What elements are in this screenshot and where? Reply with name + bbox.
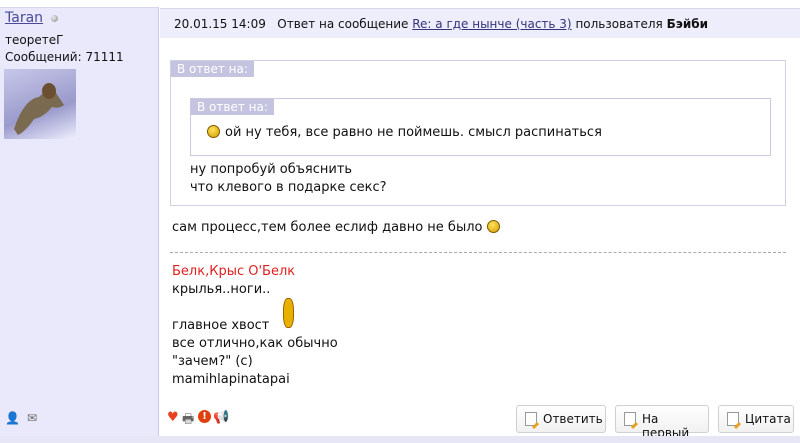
- topic-link[interactable]: Re: а где нынче (часть 3): [412, 17, 571, 31]
- signature-line: все отлично,как обычно: [172, 336, 338, 351]
- reply-first-icon: [624, 412, 636, 426]
- username-link[interactable]: Taran: [5, 10, 43, 26]
- post-datetime: 20.01.15 14:09: [174, 17, 266, 31]
- user-add-icon[interactable]: 👤: [5, 411, 20, 425]
- inner-quote-label: В ответ на:: [191, 99, 274, 115]
- user-title: теоретеГ: [5, 33, 64, 47]
- report-icon[interactable]: !: [198, 410, 211, 423]
- print-icon[interactable]: 🖶: [182, 410, 194, 432]
- reply-label: Ответить: [543, 412, 603, 426]
- reply-icon: [525, 412, 537, 426]
- signature: Белк,Крыс О'Белк крылья..ноги.. главное …: [172, 263, 338, 389]
- post-count: Сообщений: 71111: [5, 50, 124, 64]
- quote-line: что клевого в подарке секс?: [190, 180, 387, 195]
- chick-icon: [283, 298, 294, 328]
- signature-line: главное хвост: [172, 318, 270, 333]
- signature-line: крылья..ноги..: [172, 282, 271, 297]
- quote-box: В ответ на: В ответ на: ой ну тебя, все …: [170, 60, 786, 206]
- inner-quote-box: В ответ на: ой ну тебя, все равно не пой…: [190, 98, 771, 156]
- author-name: Бэйби: [666, 17, 709, 31]
- megaphone-icon[interactable]: 📢: [213, 410, 229, 425]
- quote-label: В ответ на:: [171, 61, 254, 77]
- reply-to-first-button[interactable]: На первый: [615, 405, 709, 440]
- post-bottom-border: [0, 436, 800, 443]
- signature-red-line: Белк,Крыс О'Белк: [172, 264, 296, 279]
- heart-icon[interactable]: ♥: [167, 410, 179, 425]
- quote-line: ну попробуй объяснить: [190, 162, 353, 177]
- by-text: пользователя: [575, 17, 663, 31]
- signature-line: mamihlapinatapai: [172, 372, 290, 387]
- signature-line: [172, 299, 338, 317]
- avatar: [4, 69, 76, 139]
- signature-line: "зачем?" (с): [172, 354, 253, 369]
- online-status-icon: [51, 15, 58, 22]
- quote-button[interactable]: Цитата: [718, 405, 794, 433]
- grin-smiley-icon: [486, 220, 500, 233]
- mail-icon[interactable]: ✉: [27, 411, 37, 425]
- quote-button-label: Цитата: [745, 412, 791, 426]
- reply-to-text: Ответ на сообщение: [277, 17, 409, 31]
- post-header: 20.01.15 14:09 Ответ на сообщение Re: а …: [160, 8, 800, 38]
- reply-button[interactable]: Ответить: [516, 405, 606, 433]
- signature-divider: [170, 252, 786, 253]
- inner-quote-text: ой ну тебя, все равно не поймешь. смысл …: [225, 125, 602, 140]
- message-text: сам процесс,тем более еслиф давно не был…: [172, 220, 483, 235]
- quote-icon: [727, 412, 739, 426]
- smiley-icon: [207, 125, 220, 138]
